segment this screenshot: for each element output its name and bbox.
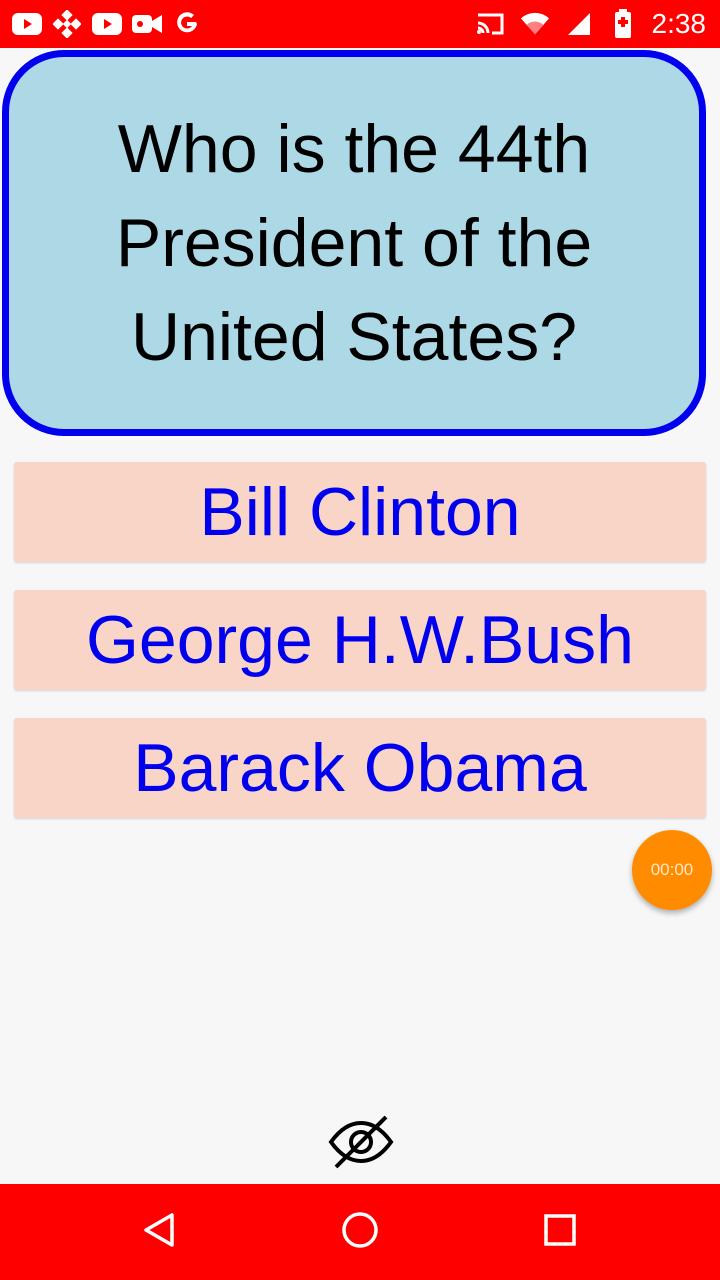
navigation-bar xyxy=(0,1184,720,1280)
google-icon xyxy=(172,9,202,39)
timer-button[interactable]: 00:00 xyxy=(632,830,712,910)
battery-icon xyxy=(608,9,638,39)
status-bar: 2:38 xyxy=(0,0,720,48)
youtube-icon xyxy=(92,9,122,39)
home-button[interactable] xyxy=(330,1202,390,1262)
question-card: Who is the 44th President of the United … xyxy=(2,50,706,436)
system-icons: 2:38 xyxy=(476,6,707,42)
back-icon xyxy=(142,1212,178,1253)
cast-icon xyxy=(476,9,506,39)
wifi-icon xyxy=(520,9,550,39)
hide-toggle-button[interactable] xyxy=(326,1114,396,1174)
eye-off-icon xyxy=(328,1113,394,1176)
recents-button[interactable] xyxy=(530,1202,590,1262)
binance-icon xyxy=(52,9,82,39)
clock: 2:38 xyxy=(651,8,707,39)
answer-button-1[interactable]: Bill Clinton xyxy=(14,462,706,562)
answer-button-3[interactable]: Barack Obama xyxy=(14,718,706,818)
question-text: Who is the 44th President of the United … xyxy=(115,111,593,375)
youtube-icon xyxy=(12,9,42,39)
signal-icon xyxy=(564,9,594,39)
back-button[interactable] xyxy=(130,1202,190,1262)
video-camera-icon xyxy=(132,9,162,39)
recents-icon xyxy=(542,1212,578,1253)
answer-button-2[interactable]: George H.W.Bush xyxy=(14,590,706,690)
notification-icons xyxy=(12,9,202,39)
home-icon xyxy=(340,1210,380,1255)
